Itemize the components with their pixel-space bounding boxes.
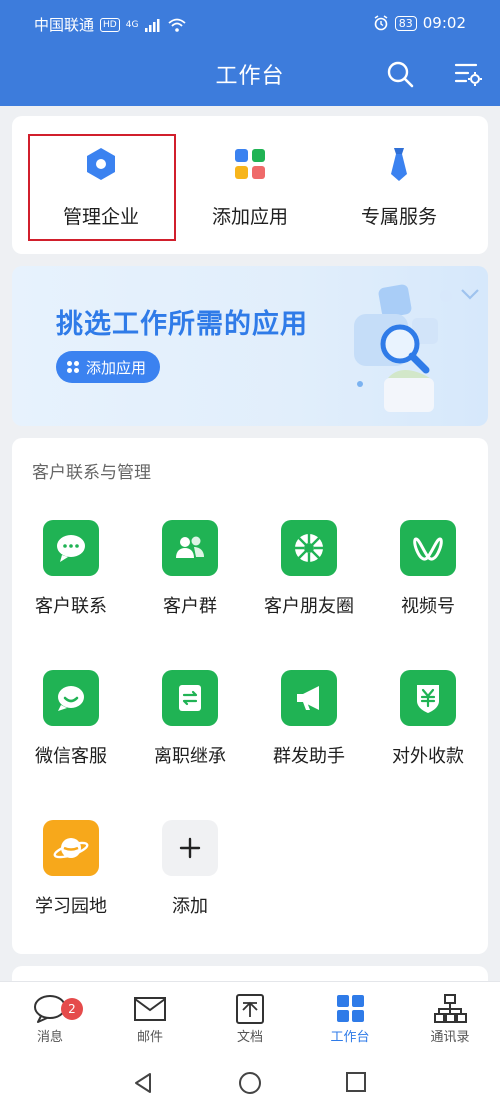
exclusive-service-button[interactable]: 专属服务	[324, 116, 474, 254]
nav-label: 通讯录	[430, 1030, 470, 1045]
quick-actions-card: 管理企业 添加应用 专属服务	[12, 116, 488, 254]
banner-illustration-icon	[354, 284, 479, 412]
megaphone-icon	[281, 670, 337, 726]
settings-list-icon[interactable]	[452, 58, 484, 90]
document-icon	[236, 994, 264, 1024]
nav-workbench[interactable]: 工作台	[300, 994, 400, 1045]
dots-grid-icon	[67, 361, 79, 373]
planet-icon	[43, 820, 99, 876]
chat-bubble-icon	[43, 520, 99, 576]
wifi-icon	[168, 18, 187, 32]
banner-add-app-button[interactable]: 添加应用	[56, 351, 161, 383]
tie-icon	[391, 148, 407, 181]
add-app-button[interactable]: 添加应用	[175, 116, 325, 254]
app-label: 学习园地	[35, 896, 107, 917]
workbench-icon	[337, 995, 364, 1022]
recent-apps-icon[interactable]	[345, 1071, 367, 1093]
app-label: 客户联系	[35, 596, 107, 617]
carrier-label: 中国联通	[34, 16, 95, 34]
service-chat-icon	[43, 670, 99, 726]
exclusive-service-label: 专属服务	[360, 206, 437, 228]
back-icon[interactable]	[132, 1071, 154, 1095]
home-icon[interactable]	[238, 1071, 262, 1095]
clock: 09:02	[422, 14, 466, 32]
app-label: 离职继承	[154, 746, 226, 767]
page-title: 工作台	[215, 64, 285, 89]
nav-label: 邮件	[136, 1030, 163, 1045]
status-bar: 中国联通 HD 4G 83 09:02	[0, 8, 500, 38]
nav-label: 消息	[36, 1030, 63, 1045]
video-channel-icon	[400, 520, 456, 576]
add-app-label: 添加应用	[211, 206, 288, 228]
app-label: 群发助手	[273, 746, 345, 767]
customer-management-card: 客户联系与管理 客户联系 客户群 客户朋友圈 视频号 微信客服 离职继承 群发助…	[12, 438, 488, 954]
app-label: 客户群	[163, 596, 217, 617]
banner-button-label: 添加应用	[86, 358, 147, 377]
transfer-icon	[162, 670, 218, 726]
banner-title: 挑选工作所需的应用	[56, 309, 308, 340]
app-label: 添加	[172, 896, 208, 917]
hd-tag: HD	[100, 17, 120, 32]
unread-badge: 2	[61, 998, 83, 1020]
alarm-icon	[374, 15, 388, 31]
search-icon[interactable]	[384, 58, 416, 90]
promo-banner[interactable]: 挑选工作所需的应用 添加应用	[12, 266, 488, 426]
plus-icon	[162, 820, 218, 876]
aperture-icon	[281, 520, 337, 576]
system-nav-bar	[0, 1051, 500, 1111]
nav-messages[interactable]: 消息 2	[0, 994, 100, 1045]
bottom-nav: 消息 2 邮件 文档 工作台 通讯录	[0, 981, 500, 1051]
nav-contacts[interactable]: 通讯录	[400, 994, 500, 1045]
nav-label: 工作台	[330, 1030, 370, 1045]
battery-indicator: 83	[394, 15, 417, 31]
app-label: 客户朋友圈	[264, 596, 354, 617]
app-label: 视频号	[401, 596, 455, 617]
group-people-icon	[162, 520, 218, 576]
nav-mail[interactable]: 邮件	[100, 994, 200, 1045]
app-label: 微信客服	[35, 746, 107, 767]
contacts-icon	[434, 994, 467, 1023]
nav-label: 文档	[236, 1030, 263, 1045]
signal-icon	[145, 18, 160, 32]
app-label: 对外收款	[392, 746, 464, 767]
network-label: 4G	[125, 19, 139, 30]
section-title: 客户联系与管理	[32, 463, 151, 483]
nav-documents[interactable]: 文档	[200, 994, 300, 1045]
app-header: 中国联通 HD 4G 83 09:02 工作台	[0, 0, 500, 106]
mail-icon	[134, 997, 166, 1021]
yuan-shield-icon	[400, 670, 456, 726]
highlight-box	[28, 134, 176, 241]
app-grid-icon	[235, 149, 265, 179]
